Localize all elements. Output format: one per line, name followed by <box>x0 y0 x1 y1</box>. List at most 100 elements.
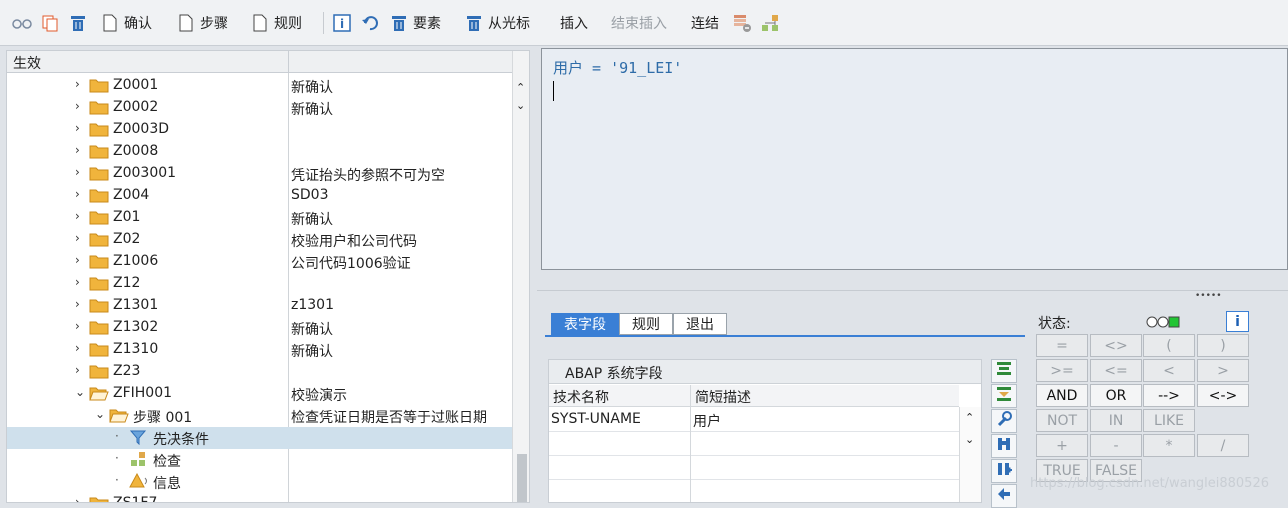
table-row[interactable] <box>549 480 959 502</box>
tree-row[interactable]: › Z0002 新确认 <box>7 97 512 119</box>
chevron-down-icon[interactable]: ⌄ <box>95 407 107 421</box>
column-technical-name[interactable]: 技术名称 <box>553 387 609 407</box>
chevron-down-icon[interactable]: ⌄ <box>75 385 87 399</box>
operator-key[interactable]: * <box>1143 434 1195 457</box>
tree-row[interactable]: › Z01 新确认 <box>7 207 512 229</box>
tree-row[interactable]: › Z12 <box>7 273 512 295</box>
chevron-down-icon[interactable]: ⌄ <box>516 99 525 112</box>
condition-editor[interactable]: 用户 = '91_LEI' <box>541 48 1288 270</box>
tree-row[interactable]: › Z004 SD03 <box>7 185 512 207</box>
table-row[interactable]: SYST-UNAME 用户 <box>549 408 959 432</box>
chevron-right-icon[interactable]: › <box>75 319 87 333</box>
tree-row[interactable]: › Z1006 公司代码1006验证 <box>7 251 512 273</box>
info-button[interactable]: i <box>1226 311 1249 332</box>
tree-node-description: 校验用户和公司代码 <box>291 234 417 250</box>
operator-key[interactable]: LIKE <box>1143 409 1195 432</box>
expand-all-button[interactable] <box>991 359 1017 383</box>
operator-key[interactable]: / <box>1197 434 1249 457</box>
tab-table-fields[interactable]: 表字段 <box>551 313 619 335</box>
chevron-right-icon[interactable]: › <box>75 77 87 91</box>
settings-button[interactable] <box>991 409 1017 433</box>
operator-key[interactable]: IN <box>1090 409 1142 432</box>
glasses-button[interactable] <box>12 10 32 36</box>
find-next-button[interactable] <box>991 459 1017 483</box>
chevron-right-icon[interactable]: › <box>75 253 87 267</box>
table-remove-button[interactable] <box>732 10 752 36</box>
column-short-description[interactable]: 简短描述 <box>695 387 751 407</box>
info-icon: i <box>1235 313 1240 330</box>
step-button[interactable]: 步骤 <box>176 10 228 36</box>
operator-key[interactable]: <-> <box>1197 384 1249 407</box>
operator-key[interactable]: <> <box>1090 334 1142 357</box>
table-row[interactable] <box>549 456 959 480</box>
chevron-right-icon[interactable]: › <box>75 121 87 135</box>
tree-row[interactable]: › Z1302 新确认 <box>7 317 512 339</box>
tab-exits[interactable]: 退出 <box>673 313 727 335</box>
tree-row[interactable]: · 检查 <box>7 449 512 471</box>
collapse-all-button[interactable] <box>991 384 1017 408</box>
table-row[interactable] <box>549 432 959 456</box>
chevron-right-icon[interactable]: › <box>75 165 87 179</box>
insert-button[interactable]: 插入 <box>560 10 588 36</box>
operator-key[interactable]: < <box>1143 359 1195 382</box>
tree-row[interactable]: › Z0001 新确认 <box>7 75 512 97</box>
splitter-grip-icon[interactable]: ••••• <box>1195 291 1222 301</box>
tab-rules[interactable]: 规则 <box>619 313 673 335</box>
field-table-scrollbar[interactable]: ⌃ ⌄ <box>959 407 981 502</box>
transfer-button[interactable] <box>991 484 1017 508</box>
tree-row[interactable]: ⌄ ZFIH001 校验演示 <box>7 383 512 405</box>
copy-button[interactable] <box>40 10 60 36</box>
operator-key[interactable]: >= <box>1036 359 1088 382</box>
chevron-up-icon[interactable]: ⌃ <box>516 81 525 94</box>
find-button[interactable] <box>991 434 1017 458</box>
tree-row[interactable]: › Z1310 新确认 <box>7 339 512 361</box>
delete-element-button[interactable]: 要素 <box>389 10 441 36</box>
tree-row[interactable]: › Z02 校验用户和公司代码 <box>7 229 512 251</box>
tree-row[interactable]: › Z003001 凭证抬头的参照不可为空 <box>7 163 512 185</box>
chevron-right-icon[interactable]: › <box>75 341 87 355</box>
panel-splitter[interactable]: ••••• <box>537 290 1288 301</box>
tree-row[interactable]: › ZS1F7 <box>7 493 512 502</box>
operator-key[interactable]: = <box>1036 334 1088 357</box>
operator-key[interactable]: NOT <box>1036 409 1088 432</box>
tree-row[interactable]: › Z1301 z1301 <box>7 295 512 317</box>
scrollbar-thumb[interactable] <box>517 454 527 502</box>
operator-key[interactable]: <= <box>1090 359 1142 382</box>
operator-key[interactable]: ( <box>1143 334 1195 357</box>
hierarchy-button[interactable] <box>760 10 780 36</box>
undo-button[interactable] <box>360 10 380 36</box>
operator-key[interactable]: ) <box>1197 334 1249 357</box>
chevron-right-icon[interactable]: › <box>75 297 87 311</box>
tree-row[interactable]: · 先决条件 <box>7 427 512 449</box>
link-button[interactable]: 连结 <box>691 10 719 36</box>
chevron-right-icon[interactable]: › <box>75 231 87 245</box>
rule-button[interactable]: 规则 <box>250 10 302 36</box>
chevron-right-icon[interactable]: › <box>75 99 87 113</box>
tree-row[interactable]: › Z0008 <box>7 141 512 163</box>
confirm-button[interactable]: 确认 <box>100 10 152 36</box>
delete-from-cursor-button[interactable]: 从光标 <box>464 10 530 36</box>
operator-key[interactable]: AND <box>1036 384 1088 407</box>
tree-row[interactable]: ⌄ 步骤 001 检查凭证日期是否等于过账日期 <box>7 405 512 427</box>
chevron-right-icon[interactable]: › <box>75 187 87 201</box>
chevron-right-icon[interactable]: › <box>75 495 87 502</box>
tree-row[interactable]: › Z0003D <box>7 119 512 141</box>
chevron-up-icon[interactable]: ⌃ <box>965 411 974 424</box>
operator-key[interactable]: - <box>1090 434 1142 457</box>
chevron-right-icon[interactable]: › <box>75 275 87 289</box>
chevron-right-icon[interactable]: › <box>75 143 87 157</box>
operator-key[interactable]: OR <box>1090 384 1142 407</box>
tree-row[interactable]: › Z23 <box>7 361 512 383</box>
operator-key[interactable]: > <box>1197 359 1249 382</box>
chevron-right-icon[interactable]: › <box>75 209 87 223</box>
end-insert-button[interactable]: 结束插入 <box>611 10 667 36</box>
chevron-right-icon[interactable]: › <box>75 363 87 377</box>
chevron-down-icon[interactable]: ⌄ <box>965 433 974 446</box>
folder-icon <box>89 341 109 359</box>
operator-key[interactable]: + <box>1036 434 1088 457</box>
operator-key[interactable]: --> <box>1143 384 1195 407</box>
delete-button[interactable] <box>68 10 88 36</box>
tree-row[interactable]: · 信息 <box>7 471 512 493</box>
info-button[interactable]: i <box>332 10 352 36</box>
tree-scrollbar[interactable]: ⌃ ⌄ <box>512 51 529 502</box>
